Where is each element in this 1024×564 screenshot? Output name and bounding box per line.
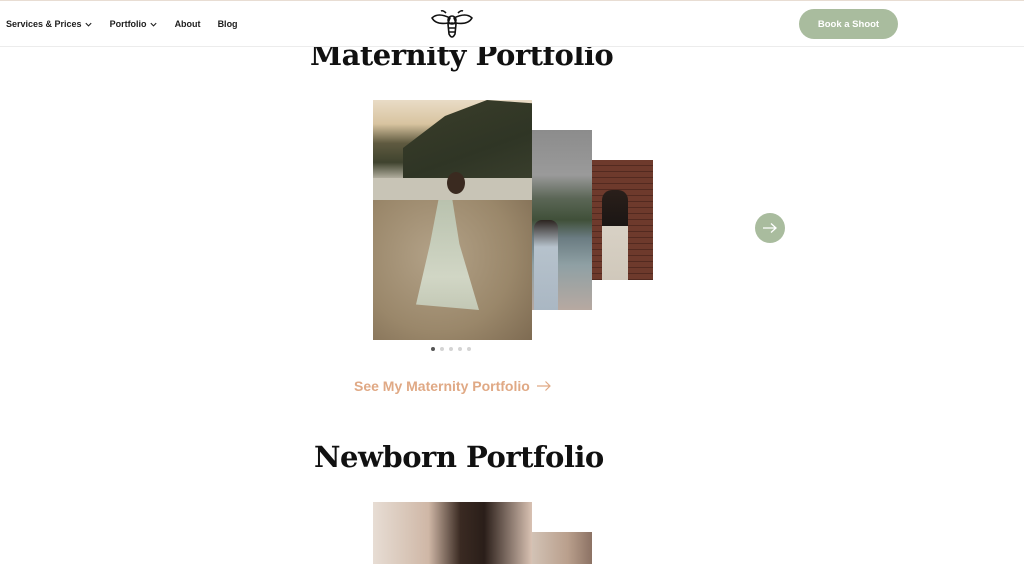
chevron-down-icon (149, 22, 157, 27)
newborn-photo-main[interactable] (373, 502, 532, 564)
photo-head (447, 172, 465, 194)
nav-item-portfolio[interactable]: Portfolio (110, 19, 158, 29)
chevron-down-icon (84, 22, 92, 27)
nav-item-label: Services & Prices (6, 19, 82, 29)
main-nav: Services & Prices Portfolio About Blog (6, 19, 238, 29)
nav-item-label: Portfolio (109, 19, 147, 29)
arrow-right-icon (536, 381, 551, 391)
newborn-section-title: Newborn Portfolio (314, 440, 604, 474)
carousel-dots (431, 347, 471, 351)
carousel-dot[interactable] (467, 347, 471, 351)
photo-hill (403, 100, 532, 180)
carousel-dot[interactable] (449, 347, 453, 351)
book-shoot-button[interactable]: Book a Shoot (799, 9, 898, 39)
carousel-dot[interactable] (458, 347, 462, 351)
link-label: See My Maternity Portfolio (354, 378, 530, 394)
nav-item-blog[interactable]: Blog (218, 19, 238, 29)
bee-icon[interactable] (430, 9, 474, 41)
carousel-next-button[interactable] (755, 213, 785, 243)
maternity-photo-second[interactable] (532, 130, 592, 310)
see-maternity-portfolio-link[interactable]: See My Maternity Portfolio (354, 378, 552, 394)
carousel-dot[interactable] (440, 347, 444, 351)
nav-item-services-prices[interactable]: Services & Prices (6, 19, 93, 29)
nav-item-label: About (174, 19, 201, 29)
carousel-dot[interactable] (431, 347, 435, 351)
nav-item-label: Blog (217, 19, 238, 29)
site-header: Services & Prices Portfolio About Blog B… (0, 0, 1024, 47)
maternity-photo-third[interactable] (592, 160, 653, 280)
nav-item-about[interactable]: About (175, 19, 201, 29)
photo-figure (602, 190, 628, 280)
photo-figure (534, 220, 558, 310)
maternity-photo-main[interactable] (373, 100, 532, 340)
arrow-right-icon (763, 223, 777, 233)
newborn-photo-second[interactable] (532, 532, 592, 564)
